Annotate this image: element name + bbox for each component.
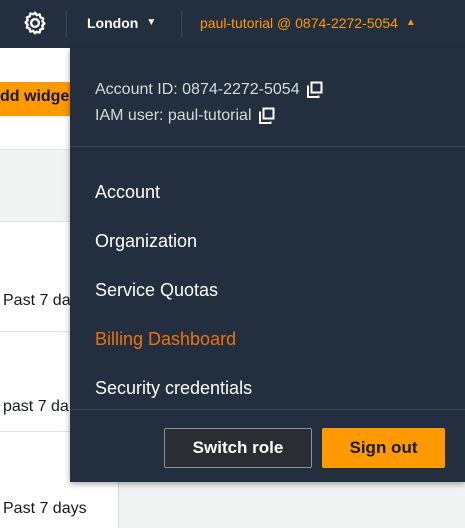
gear-icon[interactable] [22, 10, 48, 36]
account-menu-label: paul-tutorial @ 0874-2272-5054 [200, 15, 398, 31]
sign-out-button[interactable]: Sign out [322, 428, 445, 468]
caret-down-icon: ▼ [146, 17, 157, 28]
account-id-text: Account ID: 0874-2272-5054 [95, 81, 300, 98]
widget-row [0, 222, 80, 332]
widget-header-strip [0, 149, 80, 222]
account-dropdown-menu: Account ID: 0874-2272-5054 IAM user: pau… [70, 48, 465, 482]
top-navigation-bar: London ▼ paul-tutorial @ 0874-2272-5054 … [0, 0, 465, 48]
account-menu-trigger[interactable]: paul-tutorial @ 0874-2272-5054 ▲ [200, 15, 416, 31]
account-info: Account ID: 0874-2272-5054 IAM user: pau… [95, 77, 324, 129]
iam-user-text: IAM user: paul-tutorial [95, 107, 252, 124]
time-range-label: past 7 da [3, 398, 69, 415]
account-menu-list: Account Organization Service Quotas Bill… [95, 168, 252, 413]
menu-item-service-quotas[interactable]: Service Quotas [95, 266, 252, 315]
menu-divider [70, 409, 465, 410]
menu-item-organization[interactable]: Organization [95, 217, 252, 266]
region-selector[interactable]: London ▼ [87, 15, 156, 31]
caret-up-icon: ▲ [405, 17, 416, 28]
time-range-label: Past 7 days [3, 500, 87, 517]
switch-role-button[interactable]: Switch role [164, 428, 312, 468]
menu-divider [70, 146, 465, 147]
widget-row [0, 332, 80, 432]
menu-item-account[interactable]: Account [95, 168, 252, 217]
copy-icon[interactable] [258, 107, 276, 125]
account-id-row: Account ID: 0874-2272-5054 [95, 77, 324, 103]
time-range-label: Past 7 day [3, 292, 79, 309]
menu-item-security-credentials[interactable]: Security credentials [95, 364, 252, 413]
iam-user-row: IAM user: paul-tutorial [95, 103, 324, 129]
nav-separator [181, 10, 182, 38]
region-label: London [87, 15, 139, 31]
nav-separator [66, 10, 67, 38]
menu-item-billing-dashboard[interactable]: Billing Dashboard [95, 315, 252, 364]
copy-icon[interactable] [306, 81, 324, 99]
